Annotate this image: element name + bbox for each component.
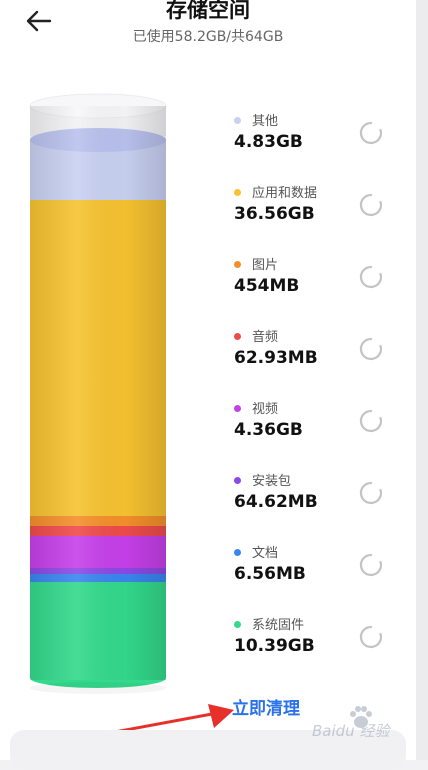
category-item[interactable]: 图片 454MB	[230, 252, 400, 324]
loading-spinner-icon	[359, 337, 383, 361]
category-name: 系统固件	[252, 618, 305, 633]
loading-spinner-icon	[359, 265, 383, 289]
category-name: 应用和数据	[252, 186, 318, 201]
category-name: 图片	[252, 258, 279, 273]
category-item[interactable]: 安装包 64.62MB	[230, 468, 400, 540]
right-edge-background	[416, 0, 428, 760]
category-name: 文档	[252, 546, 279, 561]
category-name: 其他	[252, 114, 279, 129]
category-size: 62.93MB	[234, 348, 318, 368]
category-item[interactable]: 其他 4.83GB	[230, 108, 400, 180]
legend-dot	[234, 477, 241, 484]
category-size: 454MB	[234, 276, 300, 296]
category-item[interactable]: 视频 4.36GB	[230, 396, 400, 468]
loading-spinner-icon	[359, 121, 383, 145]
storage-category-list: 其他 4.83GB 应用和数据 36.56GB 图片 454MB 音频 62.9…	[230, 108, 400, 684]
category-size: 4.36GB	[234, 420, 303, 440]
category-size: 6.56MB	[234, 564, 306, 584]
loading-spinner-icon	[359, 625, 383, 649]
category-name: 安装包	[252, 474, 292, 489]
category-item[interactable]: 应用和数据 36.56GB	[230, 180, 400, 252]
legend-dot	[234, 117, 241, 124]
loading-spinner-icon	[359, 193, 383, 217]
clean-now-button[interactable]: 立即清理	[232, 694, 300, 719]
storage-usage-summary: 已使用58.2GB/共64GB	[132, 29, 284, 45]
loading-spinner-icon	[359, 409, 383, 433]
legend-dot	[234, 261, 241, 268]
legend-dot	[234, 621, 241, 628]
category-size: 10.39GB	[234, 636, 315, 656]
storage-cylinder	[29, 93, 167, 694]
category-item[interactable]: 文档 6.56MB	[230, 540, 400, 612]
storage-page: 存储空间 已使用58.2GB/共64GB 其他 4.83GB 应用和数据 36.…	[0, 0, 416, 770]
page-title: 存储空间	[166, 0, 250, 22]
category-size: 36.56GB	[234, 204, 315, 224]
category-item[interactable]: 系统固件 10.39GB	[230, 612, 400, 684]
category-item[interactable]: 音频 62.93MB	[230, 324, 400, 396]
legend-dot	[234, 189, 241, 196]
baidu-watermark: Baidu 经验	[312, 702, 422, 752]
category-size: 64.62MB	[234, 492, 318, 512]
legend-dot	[234, 333, 241, 340]
category-size: 4.83GB	[234, 132, 303, 152]
legend-dot	[234, 549, 241, 556]
category-name: 音频	[252, 330, 279, 345]
watermark-text: Baidu 经验	[312, 722, 390, 740]
loading-spinner-icon	[359, 553, 383, 577]
legend-dot	[234, 405, 241, 412]
category-name: 视频	[252, 402, 279, 417]
loading-spinner-icon	[359, 481, 383, 505]
